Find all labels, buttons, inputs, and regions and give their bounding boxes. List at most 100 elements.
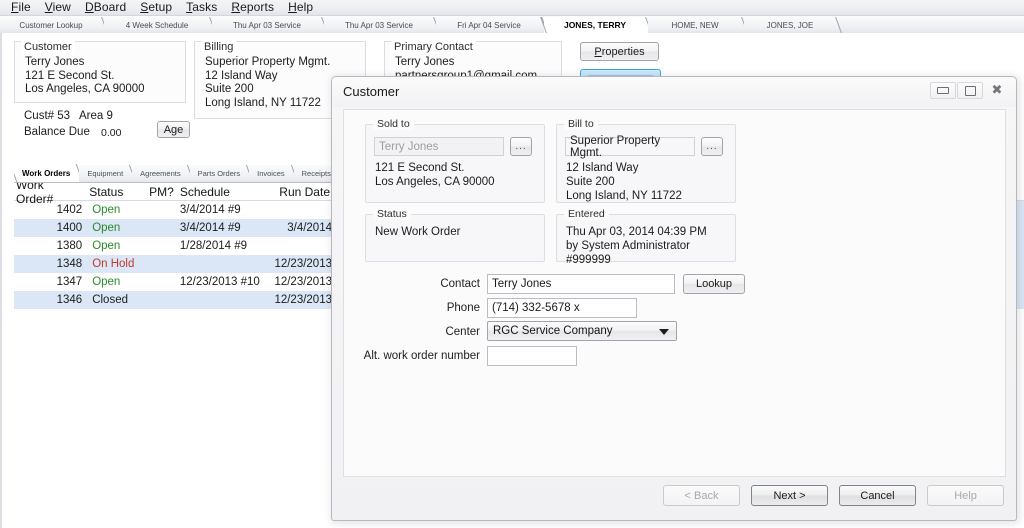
- tab-jones-terry[interactable]: JONES, TERRY: [544, 17, 648, 33]
- cell-status: Open: [86, 222, 148, 234]
- menu-accel-reports: R: [231, 0, 240, 14]
- customer-area-label: Area: [79, 110, 103, 122]
- table-row[interactable]: 1402 Open 3/4/2014 #9: [14, 201, 334, 219]
- cell-status: Open: [86, 276, 148, 288]
- bill-to-input[interactable]: Superior Property Mgmt.: [565, 137, 695, 156]
- maximize-button[interactable]: [957, 82, 983, 99]
- bill-to-address-3: Long Island, NY 11722: [566, 189, 729, 203]
- menu-label-tasks: asks: [192, 0, 217, 14]
- menu-item-setup[interactable]: Setup: [133, 0, 179, 15]
- tab-label: Customer Lookup: [19, 21, 82, 30]
- back-button-label: < Back: [685, 490, 719, 502]
- tab-jones-joe[interactable]: JONES, JOE: [744, 17, 838, 33]
- status-group: Status New Work Order: [365, 214, 545, 262]
- age-button[interactable]: Age: [157, 121, 190, 138]
- sold-to-group: Sold to Terry Jones ... 121 E Second St.…: [365, 124, 545, 203]
- alt-work-order-input[interactable]: [487, 346, 577, 366]
- menu-item-help[interactable]: Help: [281, 0, 320, 15]
- tab-work-orders[interactable]: Work Orders: [14, 164, 79, 182]
- tab-label: JONES, TERRY: [564, 20, 626, 30]
- close-button[interactable]: ✖: [984, 82, 1010, 99]
- customer-wizard-dialog: Customer ✖ Sold to Terry Jones: [331, 76, 1017, 521]
- work-orders-table[interactable]: Work Order# Status PM? Schedule Run Date…: [14, 183, 334, 313]
- contact-input[interactable]: Terry Jones: [487, 274, 675, 294]
- menu-item-reports[interactable]: Reports: [224, 0, 281, 15]
- properties-button-accel: P: [594, 46, 601, 58]
- cell-schedule: 3/4/2014 #9: [178, 222, 266, 234]
- customer-address-2: Los Angeles, CA 90000: [25, 83, 181, 97]
- next-button[interactable]: Next >: [751, 485, 828, 506]
- lookup-button[interactable]: Lookup: [683, 274, 745, 294]
- cell-work-order-number: 1346: [14, 294, 86, 306]
- tab-label: Parts Orders: [198, 169, 241, 178]
- billing-panel-title: Billing: [201, 41, 236, 54]
- menu-item-view[interactable]: View: [38, 0, 78, 15]
- cell-status: On Hold: [86, 258, 148, 270]
- tab-4-week-schedule[interactable]: 4 Week Schedule: [104, 17, 212, 33]
- table-row[interactable]: 1348 On Hold 12/23/2013: [14, 255, 334, 273]
- minimize-button[interactable]: [930, 82, 956, 99]
- next-button-label: Next >: [773, 490, 805, 502]
- cell-status: Closed: [86, 294, 148, 306]
- table-row[interactable]: 1347 Open 12/23/2013 #10 12/23/2013: [14, 273, 334, 291]
- tab-parts-orders[interactable]: Parts Orders: [190, 165, 250, 182]
- menu-label-file: ile: [18, 0, 30, 14]
- menu-label-setup: etup: [148, 0, 172, 14]
- menu-item-file[interactable]: File: [4, 0, 38, 15]
- tab-invoices[interactable]: Invoices: [249, 165, 294, 182]
- column-header-status: Status: [83, 185, 144, 199]
- sold-to-browse-button[interactable]: ...: [510, 137, 532, 156]
- sold-to-address-2: Los Angeles, CA 90000: [375, 175, 538, 189]
- sold-to-input[interactable]: Terry Jones: [374, 137, 504, 156]
- column-header-pm: PM?: [145, 185, 174, 199]
- tab-fri-apr-04-service[interactable]: Fri Apr 04 Service: [436, 17, 544, 33]
- properties-button-label: roperties: [602, 46, 645, 58]
- primary-contact-panel-title: Primary Contact: [391, 41, 476, 54]
- help-button[interactable]: Help: [927, 485, 1004, 506]
- cell-run-date: 12/23/2013: [266, 276, 334, 288]
- back-button[interactable]: < Back: [663, 485, 740, 506]
- tab-label: JONES, JOE: [767, 21, 814, 30]
- cancel-button[interactable]: Cancel: [839, 485, 916, 506]
- table-row[interactable]: 1400 Open 3/4/2014 #9 3/4/2014: [14, 219, 334, 237]
- menu-label-dboard: Board: [94, 0, 127, 14]
- tab-receipts[interactable]: Receipts: [294, 165, 332, 182]
- tab-agreements[interactable]: Agreements: [132, 165, 189, 182]
- sold-to-title: Sold to: [373, 118, 414, 130]
- tab-thu-apr-03-service-2[interactable]: Thu Apr 03 Service: [324, 17, 436, 33]
- document-tab-strip: Customer Lookup 4 Week Schedule Thu Apr …: [0, 16, 1024, 34]
- primary-contact-name: Terry Jones: [395, 56, 557, 70]
- table-row[interactable]: 1380 Open 1/28/2014 #9: [14, 237, 334, 255]
- table-row[interactable]: 1346 Closed 12/23/2013: [14, 291, 334, 309]
- tab-home-new[interactable]: HOME, NEW: [648, 17, 744, 33]
- bill-to-browse-label: ...: [706, 141, 717, 152]
- menu-accel-dboard: D: [85, 0, 94, 14]
- cell-status: Open: [86, 204, 148, 216]
- properties-button[interactable]: Properties: [580, 42, 659, 61]
- cell-work-order-number: 1402: [14, 204, 86, 216]
- customer-panel-title: Customer: [21, 41, 75, 54]
- phone-input[interactable]: (714) 332-5678 x: [487, 298, 637, 318]
- tab-label: Fri Apr 04 Service: [457, 21, 521, 30]
- menu-item-tasks[interactable]: Tasks: [179, 0, 224, 15]
- dialog-title-bar[interactable]: Customer ✖: [332, 77, 1016, 107]
- bill-to-address-1: 12 Island Way: [566, 161, 729, 175]
- menu-item-dboard[interactable]: DBoard: [78, 0, 133, 15]
- cell-schedule: 12/23/2013 #10: [178, 276, 266, 288]
- menu-accel-view: V: [45, 0, 53, 14]
- customer-panel: Customer Terry Jones 121 E Second St. Lo…: [14, 41, 186, 103]
- alt-work-order-label: Alt. work order number: [352, 350, 480, 362]
- cell-status: Open: [86, 240, 148, 252]
- center-select[interactable]: RGC Service Company: [487, 321, 677, 341]
- bill-to-browse-button[interactable]: ...: [701, 137, 723, 156]
- menu-label-reports: eports: [240, 0, 274, 14]
- cell-schedule: 3/4/2014 #9: [178, 204, 266, 216]
- tab-thu-apr-03-service-1[interactable]: Thu Apr 03 Service: [212, 17, 324, 33]
- tab-equipment[interactable]: Equipment: [79, 165, 132, 182]
- window-controls: ✖: [929, 82, 1010, 99]
- tab-label: Thu Apr 03 Service: [345, 21, 413, 30]
- tab-customer-lookup[interactable]: Customer Lookup: [0, 17, 104, 33]
- application-window: File View DBoard Setup Tasks Reports Hel…: [0, 0, 1024, 528]
- dialog-title: Customer: [343, 84, 399, 99]
- customer-address-1: 121 E Second St.: [25, 70, 181, 84]
